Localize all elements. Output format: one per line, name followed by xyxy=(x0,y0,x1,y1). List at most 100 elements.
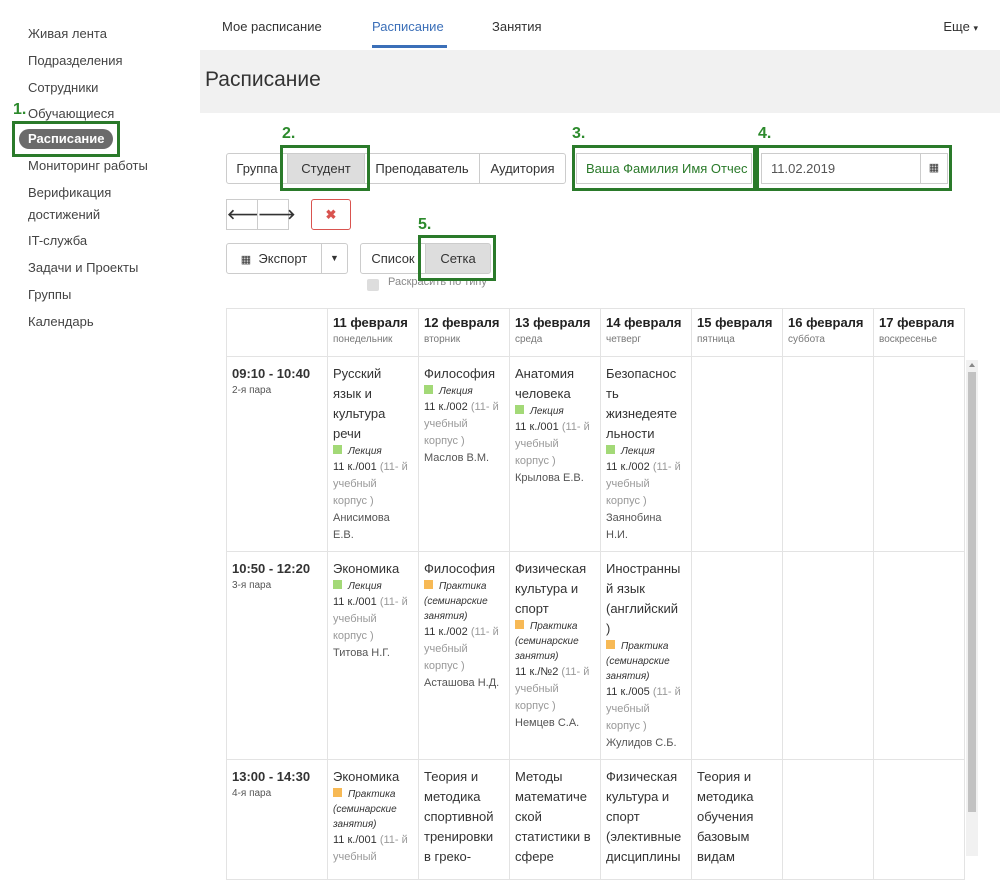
lesson-cell[interactable]: Экономика Лекция 11 к./001 (11- й учебный … xyxy=(327,551,419,760)
sidebar-item-verification-line2[interactable]: достижений xyxy=(28,207,100,223)
close-icon[interactable]: ✖ xyxy=(311,199,351,230)
room-number: 11 к./001 xyxy=(333,834,377,846)
room-building: (11- xyxy=(470,401,490,413)
subject-line: базовым xyxy=(697,829,750,844)
lesson-type-color-icon xyxy=(606,445,615,454)
sidebar-item-students[interactable]: Обучающиеся xyxy=(28,106,114,122)
time-slot-row: 10:50 - 12:20 3-я пара Экономика Лекция 11 к… xyxy=(226,551,965,760)
scrollbar-thumb[interactable] xyxy=(968,372,976,812)
slot-pair: 2-я пара xyxy=(232,385,272,396)
lesson-type-color-icon xyxy=(515,620,524,629)
lesson-teacher: Жулидов С.Б. xyxy=(606,735,686,752)
lesson-teacher: Маслов В.М. xyxy=(424,450,504,467)
subject-line: язык и xyxy=(333,386,372,401)
lesson-type-label: Практика (семинарские занятия) xyxy=(424,581,488,622)
subject-line: методика xyxy=(697,789,754,804)
lesson-cell[interactable]: Философия Практика (семинарские занятия) 1… xyxy=(418,551,510,760)
lesson-cell[interactable]: Русский язык и культура речи Лекция 11 к./001… xyxy=(327,356,419,552)
lesson-subject: Философия xyxy=(424,364,504,384)
subject-line: спорт xyxy=(515,601,549,616)
sidebar-item-tasks[interactable]: Задачи и Проекты xyxy=(28,260,138,276)
empty-cell xyxy=(782,356,874,552)
lesson-type: Практика (семинарские занятия) xyxy=(333,787,413,832)
scroll-up-icon[interactable] xyxy=(969,363,975,367)
empty-cell xyxy=(691,356,783,552)
subject-line: Философия xyxy=(424,561,495,576)
day-date: 16 февраля xyxy=(788,315,864,330)
day-date: 17 февраля xyxy=(879,315,955,330)
sidebar-item-groups[interactable]: Группы xyxy=(28,287,71,303)
lesson-subject: Иностранны й язык (английский) xyxy=(606,559,686,639)
subject-line: ) xyxy=(606,621,611,636)
filter-group-button[interactable]: Группа xyxy=(226,153,288,184)
subject-line: речи xyxy=(333,426,362,441)
more-label[interactable]: Еще xyxy=(943,19,969,34)
grid-corner-cell xyxy=(226,308,328,357)
subject-line: культура xyxy=(333,406,386,421)
teacher-line: Анисимова xyxy=(333,512,390,524)
room-building: корпус ) xyxy=(333,630,374,642)
day-date: 11 февраля xyxy=(333,315,408,330)
sidebar-item-calendar[interactable]: Календарь xyxy=(28,314,94,330)
day-of-week: понедельник xyxy=(333,334,393,345)
day-of-week: четверг xyxy=(606,334,641,345)
arrow-left-icon[interactable]: 🡐 xyxy=(226,199,265,230)
sidebar-item-verification[interactable]: Верификация xyxy=(28,185,111,201)
subject-line: Физическая xyxy=(606,769,678,784)
lesson-subject: Безопаснос ть жизнедеяте льности xyxy=(606,364,686,444)
subject-line: спортивной xyxy=(424,809,494,824)
room-building: корпус ) xyxy=(606,720,647,732)
color-by-type-checkbox[interactable] xyxy=(367,279,379,291)
lesson-cell[interactable]: Безопаснос ть жизнедеяте льности Лекция 11 к.… xyxy=(600,356,692,552)
export-dropdown-caret-icon[interactable]: ▼ xyxy=(321,243,348,274)
subject-line: тренировки xyxy=(424,829,494,844)
sidebar-item-departments[interactable]: Подразделения xyxy=(28,53,123,69)
lesson-cell[interactable]: Теория и методика обучения базовым видам xyxy=(691,759,783,880)
lesson-cell[interactable]: Иностранны й язык (английский) Практика (се… xyxy=(600,551,692,760)
slot-time: 13:00 - 14:30 xyxy=(232,769,311,784)
lesson-room: 11 к./002 (11- й учебный корпус ) xyxy=(606,459,686,510)
annotation-1: 1. xyxy=(13,101,27,118)
sidebar-item-employees[interactable]: Сотрудники xyxy=(28,80,98,96)
lesson-cell[interactable]: Физическая культура и спорт (элективные дисц… xyxy=(600,759,692,880)
empty-cell xyxy=(782,759,874,880)
view-list-button[interactable]: Список xyxy=(360,243,426,274)
tab-classes[interactable]: Занятия xyxy=(492,19,542,34)
sidebar-item-monitoring[interactable]: Мониторинг работы xyxy=(28,158,148,174)
subject-line: сфере xyxy=(515,849,554,864)
room-number: 11 к./002 xyxy=(606,461,650,473)
lesson-cell[interactable]: Теория и методика спортивной тренировки в гр… xyxy=(418,759,510,880)
filter-room-button[interactable]: Аудитория xyxy=(479,153,566,184)
arrow-right-icon[interactable]: 🡒 xyxy=(257,199,296,230)
teacher-line: Заянобина xyxy=(606,512,662,524)
filter-teacher-button[interactable]: Преподаватель xyxy=(364,153,480,184)
lesson-cell[interactable]: Анатомия человека Лекция 11 к./001 (11- й у… xyxy=(509,356,601,552)
lesson-room: 11 к./005 (11- й учебный корпус ) xyxy=(606,684,686,735)
subject-line: Экономика xyxy=(333,769,400,784)
more-menu[interactable]: Еще ▾ xyxy=(943,19,978,34)
teacher-line: Жулидов С.Б. xyxy=(606,737,677,749)
sidebar-item-it[interactable]: IT-служба xyxy=(28,233,87,249)
day-of-week: суббота xyxy=(788,334,825,345)
lesson-cell[interactable]: Философия Лекция 11 к./002 (11- й учебный … xyxy=(418,356,510,552)
lesson-teacher: Крылова Е.В. xyxy=(515,470,595,487)
caret-down-icon: ▾ xyxy=(973,23,978,33)
subject-line: спорт xyxy=(606,809,640,824)
tab-schedule[interactable]: Расписание xyxy=(372,19,444,34)
lesson-type: Практика (семинарские занятия) xyxy=(515,619,595,664)
lesson-cell[interactable]: Методы математиче ской статистики в сфере xyxy=(509,759,601,880)
lesson-subject: Теория и методика обучения базовым видам xyxy=(697,767,777,867)
lesson-cell[interactable]: Экономика Практика (семинарские занятия) 1… xyxy=(327,759,419,880)
room-number: 11 к./№2 xyxy=(515,666,559,678)
subject-line: Философия xyxy=(424,366,495,381)
tab-my-schedule[interactable]: Мое расписание xyxy=(222,19,322,34)
lesson-cell[interactable]: Физическая культура и спорт Практика (семин… xyxy=(509,551,601,760)
room-building: (11- xyxy=(561,421,581,433)
grid-scrollbar[interactable] xyxy=(966,360,978,856)
export-button[interactable]: ▦ Экспорт xyxy=(226,243,322,274)
subject-line: (элективные xyxy=(606,829,682,844)
lesson-type: Лекция xyxy=(333,444,413,459)
annotation-box-4 xyxy=(756,145,952,191)
annotation-box-5 xyxy=(418,235,496,281)
sidebar-item-feed[interactable]: Живая лента xyxy=(28,26,107,42)
